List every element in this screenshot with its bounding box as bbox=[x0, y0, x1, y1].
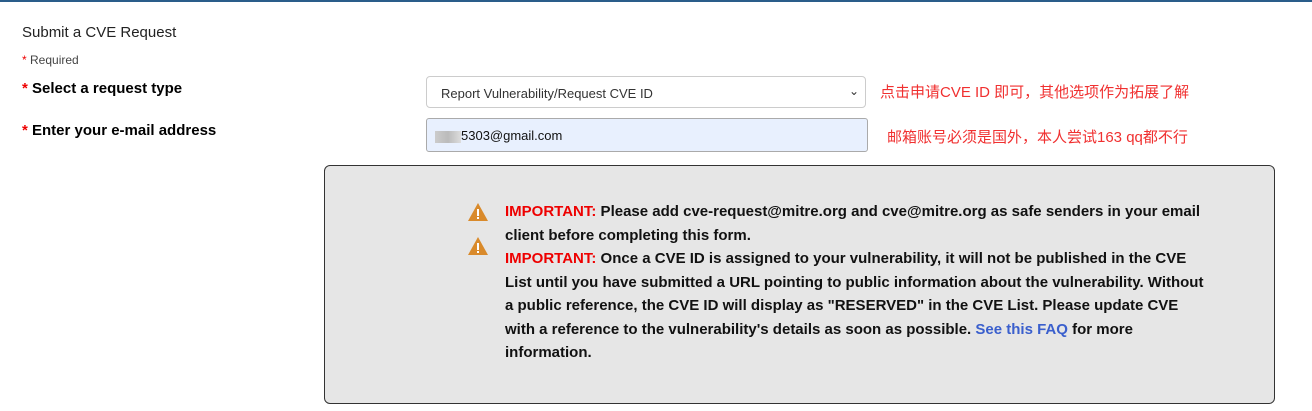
request-type-select[interactable]: Report Vulnerability/Request CVE ID ⌄ bbox=[426, 76, 866, 108]
notice-text: Please add cve-request@mitre.org and cve… bbox=[505, 203, 1201, 244]
email-input[interactable]: 5303@gmail.com bbox=[426, 118, 868, 152]
request-type-value: Report Vulnerability/Request CVE ID bbox=[441, 86, 653, 101]
required-asterisk: * bbox=[22, 53, 27, 67]
notice-paragraph-2: IMPORTANT: Once a CVE ID is assigned to … bbox=[505, 247, 1205, 365]
important-notice-box: IMPORTANT: Please add cve-request@mitre.… bbox=[324, 165, 1275, 404]
required-asterisk: * bbox=[22, 122, 28, 139]
email-value: 5303@gmail.com bbox=[461, 128, 563, 143]
required-text: Required bbox=[30, 53, 79, 67]
top-border bbox=[0, 0, 1312, 2]
email-label: * Enter your e-mail address bbox=[22, 122, 216, 139]
email-label-text: Enter your e-mail address bbox=[32, 122, 217, 139]
required-note: * Required bbox=[22, 53, 79, 67]
request-type-annotation: 点击申请CVE ID 即可，其他选项作为拓展了解 bbox=[880, 84, 1190, 101]
request-type-label-text: Select a request type bbox=[32, 80, 183, 97]
page-title: Submit a CVE Request bbox=[22, 24, 177, 41]
warning-icon bbox=[468, 237, 488, 255]
important-label: IMPORTANT: bbox=[505, 250, 597, 267]
notice-paragraph-1: IMPORTANT: Please add cve-request@mitre.… bbox=[505, 200, 1205, 247]
required-asterisk: * bbox=[22, 80, 28, 97]
request-type-label: * Select a request type bbox=[22, 80, 182, 97]
notice-content: IMPORTANT: Please add cve-request@mitre.… bbox=[505, 200, 1205, 365]
email-annotation: 邮箱账号必须是国外，本人尝试163 qq都不行 bbox=[887, 129, 1188, 146]
warning-icon bbox=[468, 203, 488, 221]
faq-link[interactable]: See this FAQ bbox=[975, 321, 1068, 338]
redacted-blur bbox=[435, 130, 461, 143]
important-label: IMPORTANT: bbox=[505, 203, 597, 220]
chevron-down-icon: ⌄ bbox=[848, 84, 859, 98]
